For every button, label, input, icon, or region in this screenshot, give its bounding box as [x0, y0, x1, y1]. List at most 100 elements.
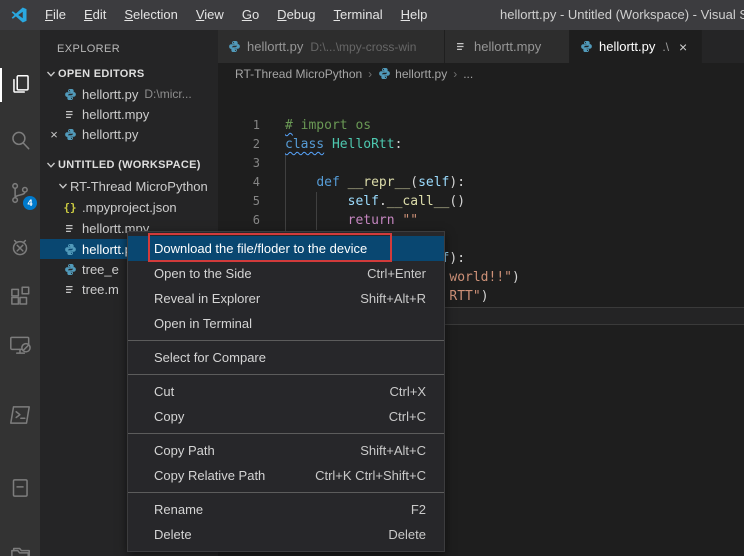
tab-close-icon[interactable]: ×: [679, 39, 687, 55]
file-label: hellortt.py: [82, 127, 138, 142]
code-line[interactable]: 1 # import os: [218, 116, 744, 135]
line-number: 6: [218, 211, 260, 230]
file-label: hellortt.mpy: [82, 107, 149, 122]
tree-folder[interactable]: RT-Thread MicroPython: [40, 176, 218, 196]
menu-edit[interactable]: Edit: [75, 0, 115, 30]
breadcrumb-separator: ›: [453, 67, 457, 81]
editor-tab[interactable]: hellortt.mpy: [445, 30, 570, 63]
extensions-icon[interactable]: [0, 280, 40, 314]
files-icon[interactable]: [0, 68, 40, 102]
breadcrumb-item[interactable]: RT-Thread MicroPython: [235, 67, 362, 81]
context-menu-item[interactable]: Reveal in ExplorerShift+Alt+R: [128, 286, 444, 311]
line-number: 3: [218, 154, 260, 173]
source-control-icon[interactable]: 4: [0, 176, 40, 210]
file-icon: [62, 283, 78, 296]
breadcrumb-item[interactable]: ...: [463, 67, 473, 81]
code-line[interactable]: 6 return "": [218, 211, 744, 230]
tab-label: hellortt.mpy: [474, 39, 541, 54]
file-label: tree.m: [82, 282, 119, 297]
context-menu-item[interactable]: Open to the SideCtrl+Enter: [128, 261, 444, 286]
context-menu-item[interactable]: Download the file/floder to the device: [128, 236, 444, 261]
menu-item-shortcut: Shift+Alt+C: [360, 443, 426, 458]
line-number: 4: [218, 173, 260, 192]
chevron-down-icon: [56, 181, 70, 191]
section-workspace[interactable]: UNTITLED (WORKSPACE): [40, 155, 218, 175]
menu-item-label: Open to the Side: [154, 266, 252, 281]
menu-item-shortcut: Delete: [388, 527, 426, 542]
close-icon[interactable]: ×: [46, 127, 62, 142]
context-menu-item[interactable]: Select for Compare: [128, 345, 444, 370]
code-text: # import os: [285, 116, 371, 135]
file-icon: [62, 222, 78, 235]
menu-file[interactable]: File: [36, 0, 75, 30]
context-menu-item[interactable]: Copy PathShift+Alt+C: [128, 438, 444, 463]
menu-item-label: Rename: [154, 502, 203, 517]
python-icon: [62, 243, 78, 256]
menu-selection[interactable]: Selection: [115, 0, 186, 30]
window-title: hellortt.py - Untitled (Workspace) - Vis…: [500, 0, 744, 30]
vscode-logo-icon: [10, 6, 28, 24]
menu-view[interactable]: View: [187, 0, 233, 30]
code-line[interactable]: 4 def __repr__(self):: [218, 173, 744, 192]
json-icon: {}: [62, 201, 78, 214]
tree-file[interactable]: {} .mpyproject.json: [40, 197, 218, 217]
chevron-down-icon: [44, 160, 58, 170]
context-menu-item[interactable]: Copy Relative PathCtrl+K Ctrl+Shift+C: [128, 463, 444, 488]
open-editor-item[interactable]: hellortt.pyD:\micr...: [40, 84, 218, 104]
folder-label: RT-Thread MicroPython: [70, 179, 208, 194]
python-icon: [62, 128, 78, 141]
menu-item-label: Open in Terminal: [154, 316, 252, 331]
code-text: class HelloRtt:: [285, 135, 402, 154]
code-text: def __repr__(self):: [285, 173, 465, 192]
file-icon: [455, 40, 468, 53]
activity-bar: 4: [0, 30, 40, 556]
code-text: self.__call__(): [285, 192, 465, 211]
context-menu-item[interactable]: Delete Delete: [128, 522, 444, 547]
line-number: 2: [218, 135, 260, 154]
file-label: .mpyproject.json: [82, 200, 177, 215]
menu-terminal[interactable]: Terminal: [324, 0, 391, 30]
editor-tab[interactable]: hellortt.py .\ ×: [570, 30, 702, 63]
tab-description: .\: [662, 40, 669, 54]
context-menu-item[interactable]: CutCtrl+X: [128, 379, 444, 404]
menu-separator: [128, 340, 444, 341]
vscode-window: FileEditSelectionViewGoDebugTerminalHelp…: [0, 0, 744, 556]
open-editor-item[interactable]: × hellortt.py: [40, 124, 218, 144]
line-number: 5: [218, 192, 260, 211]
file-path: D:\micr...: [144, 87, 191, 101]
tab-label: hellortt.py: [599, 39, 655, 54]
line-number: 1: [218, 116, 260, 135]
menu-item-label: Download the file/floder to the device: [154, 241, 367, 256]
code-line[interactable]: 2 class HelloRtt:: [218, 135, 744, 154]
breadcrumb: RT-Thread MicroPython›hellortt.py›...: [218, 63, 744, 84]
menu-debug[interactable]: Debug: [268, 0, 324, 30]
section-open-editors[interactable]: OPEN EDITORS: [40, 64, 218, 84]
menu-separator: [128, 433, 444, 434]
search-icon[interactable]: [0, 123, 40, 157]
menu-item-label: Delete: [154, 527, 192, 542]
debug-icon[interactable]: [0, 230, 40, 264]
menu-item-label: Cut: [154, 384, 174, 399]
terminal-icon[interactable]: [0, 398, 40, 432]
menu-help[interactable]: Help: [392, 0, 437, 30]
title-bar: FileEditSelectionViewGoDebugTerminalHelp…: [0, 0, 744, 30]
breadcrumb-item[interactable]: hellortt.py: [395, 67, 447, 81]
open-editor-item[interactable]: hellortt.mpy: [40, 104, 218, 124]
code-line[interactable]: 3: [218, 154, 744, 173]
folder-icon[interactable]: [0, 538, 40, 556]
context-menu-item[interactable]: CopyCtrl+C: [128, 404, 444, 429]
menu-separator: [128, 374, 444, 375]
context-menu: Download the file/floder to the device Op…: [127, 231, 445, 552]
chevron-down-icon: [44, 69, 58, 79]
python-icon: [580, 40, 593, 53]
context-menu-item[interactable]: Open in Terminal: [128, 311, 444, 336]
notebook-icon[interactable]: [0, 471, 40, 505]
monitor-device-icon[interactable]: [0, 328, 40, 362]
code-line[interactable]: 5 self.__call__(): [218, 192, 744, 211]
code-text: return "": [285, 211, 418, 230]
menu-item-label: Reveal in Explorer: [154, 291, 260, 306]
tab-bar: hellortt.pyD:\...\mpy-cross-win hellortt.…: [218, 30, 744, 63]
context-menu-item[interactable]: RenameF2: [128, 497, 444, 522]
menu-go[interactable]: Go: [233, 0, 268, 30]
editor-tab[interactable]: hellortt.pyD:\...\mpy-cross-win: [218, 30, 445, 63]
